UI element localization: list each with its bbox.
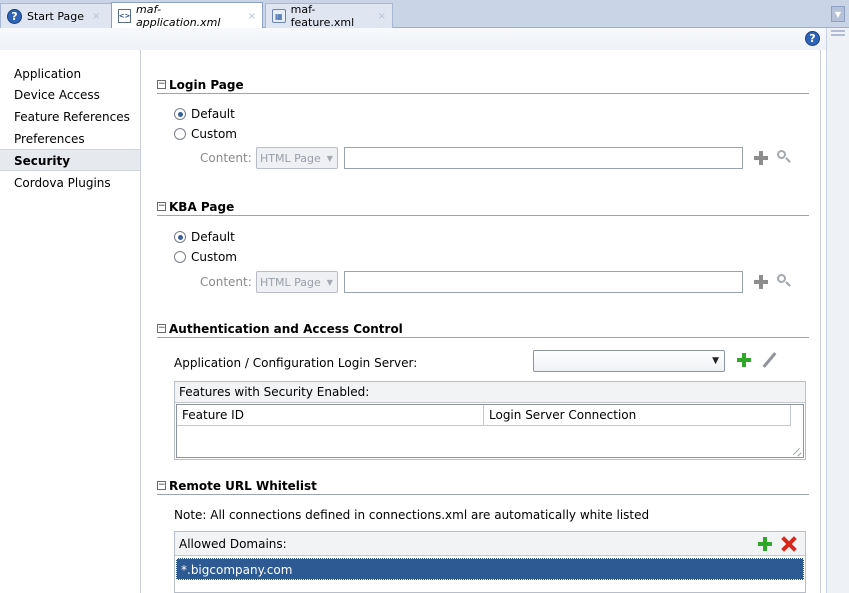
select-value: HTML Page — [260, 275, 321, 289]
whitelist-note: Note: All connections defined in connect… — [174, 508, 650, 522]
column-header-login-server-connection[interactable]: Login Server Connection — [484, 405, 791, 426]
remove-domain-icon[interactable] — [781, 536, 797, 552]
radio-checked-icon — [174, 108, 186, 120]
edit-pencil-icon[interactable] — [761, 352, 777, 368]
login-custom-radio[interactable]: Custom — [174, 127, 237, 141]
section-title: Authentication and Access Control — [169, 321, 403, 336]
section-remote-url-whitelist[interactable]: − Remote URL Whitelist — [157, 477, 809, 495]
tab-start-page[interactable]: ? Start Page × — [0, 3, 112, 28]
section-kba-page[interactable]: − KBA Page — [157, 198, 809, 216]
kba-content-type-select: HTML Page ▼ — [256, 271, 338, 293]
tab-label: maf-feature.xml — [290, 3, 355, 29]
radio-unchecked-icon — [174, 128, 186, 140]
tab-label: Start Page — [27, 9, 84, 23]
radio-unchecked-icon — [174, 251, 186, 263]
radio-checked-icon — [174, 231, 186, 243]
help-icon: ? — [7, 8, 22, 24]
section-login-page[interactable]: − Login Page — [157, 76, 809, 94]
radio-label: Custom — [191, 127, 237, 141]
features-security-table: Features with Security Enabled: Feature … — [174, 381, 806, 460]
sidebar-item-feature-references[interactable]: Feature References — [0, 106, 140, 128]
collapse-icon[interactable]: − — [157, 481, 166, 490]
sidebar-item-application[interactable]: Application — [0, 63, 140, 85]
radio-label: Custom — [191, 250, 237, 264]
kba-default-radio[interactable]: Default — [174, 230, 235, 244]
sidebar-item-security[interactable]: Security — [0, 149, 140, 171]
section-title: KBA Page — [169, 199, 235, 214]
login-server-label: Application / Configuration Login Server… — [174, 356, 418, 370]
chevron-down-icon: ▼ — [712, 356, 719, 366]
allowed-domains-table: Allowed Domains: *.bigcompany.com — [174, 531, 806, 593]
help-icon[interactable]: ? — [805, 31, 820, 46]
tab-list-dropdown-icon[interactable]: ▼ — [831, 6, 845, 22]
login-default-radio[interactable]: Default — [174, 107, 235, 121]
section-title: Login Page — [169, 77, 244, 92]
add-icon[interactable] — [754, 151, 768, 165]
chevron-down-icon: ▼ — [326, 153, 333, 163]
close-icon[interactable]: × — [248, 11, 256, 22]
section-authentication[interactable]: − Authentication and Access Control — [157, 320, 809, 338]
collapse-icon[interactable]: − — [157, 324, 166, 333]
tab-maf-application-xml[interactable]: <> maf-application.xml × — [111, 2, 263, 29]
radio-label: Default — [191, 107, 235, 121]
add-domain-icon[interactable] — [758, 537, 772, 551]
scroll-grip-icon — [831, 30, 845, 32]
radio-label: Default — [191, 230, 235, 244]
close-icon[interactable]: × — [378, 11, 386, 22]
scroll-grip-icon — [831, 34, 845, 36]
section-title: Remote URL Whitelist — [169, 478, 317, 493]
login-content-input[interactable] — [344, 147, 743, 169]
sidebar-nav: Application Device Access Feature Refere… — [0, 50, 140, 593]
feature-file-icon: ▦ — [272, 9, 286, 23]
tab-maf-feature-xml[interactable]: ▦ maf-feature.xml × — [265, 3, 393, 29]
table-caption: Features with Security Enabled: — [175, 382, 805, 403]
kba-content-label: Content: — [200, 275, 252, 289]
login-server-combo[interactable]: ▼ — [533, 350, 725, 372]
select-value: HTML Page — [260, 151, 321, 165]
kba-content-input[interactable] — [344, 271, 743, 293]
xml-file-icon: <> — [118, 9, 131, 23]
kba-custom-radio[interactable]: Custom — [174, 250, 237, 264]
chevron-down-icon: ▼ — [326, 277, 333, 287]
features-grid[interactable]: Feature ID Login Server Connection — [176, 404, 804, 458]
tab-label: maf-application.xml — [136, 3, 221, 29]
table-caption: Allowed Domains: — [175, 532, 805, 556]
resize-grip-icon[interactable] — [792, 446, 802, 456]
search-icon[interactable] — [777, 150, 791, 164]
sidebar-item-cordova-plugins[interactable]: Cordova Plugins — [0, 172, 140, 194]
sidebar-item-preferences[interactable]: Preferences — [0, 128, 140, 150]
list-item-domain[interactable]: *.bigcompany.com — [176, 558, 804, 580]
login-content-label: Content: — [200, 151, 252, 165]
login-content-type-select: HTML Page ▼ — [256, 147, 338, 169]
add-icon[interactable] — [754, 275, 768, 289]
editor-toolbar: ? — [0, 28, 826, 50]
collapse-icon[interactable]: − — [157, 80, 166, 89]
close-icon[interactable]: × — [92, 11, 100, 22]
collapse-icon[interactable]: − — [157, 202, 166, 211]
column-header-feature-id[interactable]: Feature ID — [177, 405, 484, 426]
add-login-server-icon[interactable] — [737, 353, 751, 367]
vertical-scrollbar[interactable] — [826, 28, 849, 593]
security-editor-panel: − Login Page Default Custom Content: HTM… — [140, 50, 821, 593]
editor-tab-strip: ? Start Page × <> maf-application.xml × … — [0, 0, 849, 29]
search-icon[interactable] — [777, 274, 791, 288]
sidebar-item-device-access[interactable]: Device Access — [0, 84, 140, 106]
